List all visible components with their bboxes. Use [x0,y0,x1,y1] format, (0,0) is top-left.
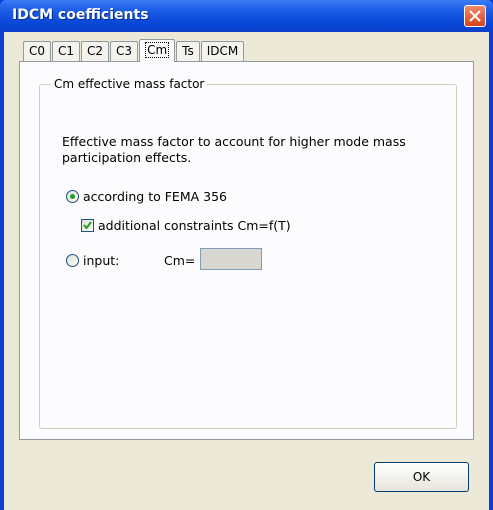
input-radio[interactable] [66,254,79,267]
groupbox-legend: Cm effective mass factor [51,77,208,91]
close-icon [469,10,481,22]
tab-label-c0: C0 [29,44,46,58]
cm-field-label: Cm= [164,253,196,268]
fema-label[interactable]: according to FEMA 356 [83,189,227,204]
tab-c1[interactable]: C1 [52,41,81,61]
tab-c2[interactable]: C2 [81,41,110,61]
fema-radio[interactable] [66,190,79,203]
window-title: IDCM coefficients [12,7,149,23]
tab-c0[interactable]: C0 [23,41,52,61]
constraints-label[interactable]: additional constraints Cm=f(T) [98,218,291,233]
tab-label-c2: C2 [87,44,104,58]
close-button[interactable] [464,5,486,27]
description-text: Effective mass factor to account for hig… [62,134,406,165]
cm-input[interactable] [200,248,262,270]
ok-button[interactable]: OK [374,462,469,492]
dialog-window: IDCM coefficients C0 C1 C2 C3 Cm Ts IDCM… [0,0,493,510]
constraints-checkbox[interactable] [81,219,94,232]
tab-cm[interactable]: Cm [139,39,176,62]
tab-c3[interactable]: C3 [110,41,139,61]
title-bar[interactable]: IDCM coefficients [0,0,493,32]
tab-label-c1: C1 [58,44,75,58]
tab-idcm[interactable]: IDCM [200,41,245,61]
tab-label-c3: C3 [116,44,133,58]
tab-strip: C0 C1 C2 C3 Cm Ts IDCM [23,39,245,62]
tab-ts[interactable]: Ts [176,41,200,61]
tab-label-ts: Ts [182,44,194,58]
tab-label-idcm: IDCM [206,44,239,58]
tab-label-cm: Cm [145,42,170,58]
window-border-right [489,32,493,510]
input-radio-label[interactable]: input: [83,253,119,268]
checkmark-icon [83,221,92,230]
radio-selected-dot [70,194,75,199]
